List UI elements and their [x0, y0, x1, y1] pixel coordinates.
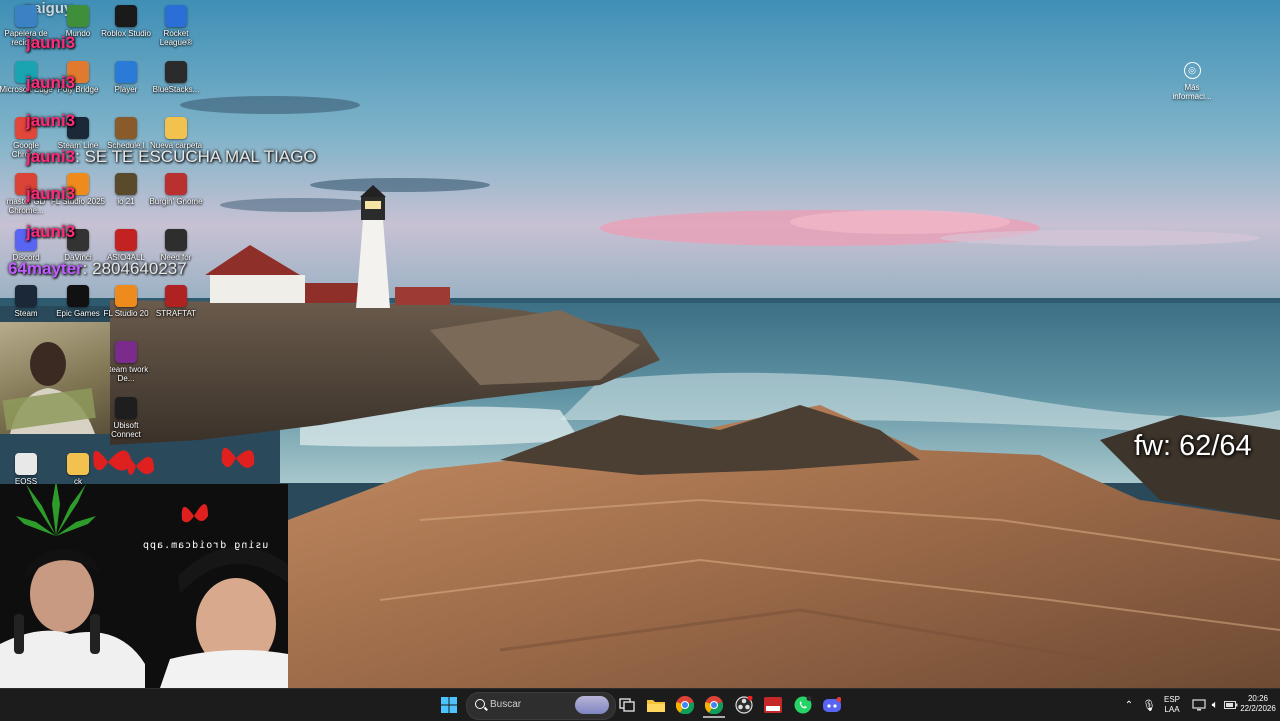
search-placeholder: Buscar [490, 699, 522, 710]
chat-message: 64mayter: 2804640237 [8, 259, 187, 279]
desktop-icon[interactable]: Need for [148, 229, 204, 262]
more-info-label: Más informaci... [1172, 83, 1212, 101]
desktop-icon-label: Steam [14, 309, 38, 318]
chevron-up-icon[interactable]: ⌃ [1118, 694, 1140, 716]
chrome-icon[interactable] [674, 694, 696, 716]
desktop-icon[interactable]: FL Studio 20 [98, 285, 154, 318]
game-icon [115, 117, 137, 139]
rocket-league-icon [165, 5, 187, 27]
chat-username: jauni3 [26, 73, 76, 92]
file-icon [15, 453, 37, 475]
chat-message: jauni3 [26, 222, 75, 242]
droidcam-watermark: using droidcam.app [142, 540, 269, 551]
chat-username: 64mayter [8, 259, 83, 278]
winrar-icon [115, 341, 137, 363]
chat-message: jauni3: SE TE ESCUCHA MAL TIAGO [26, 147, 317, 167]
taskbar-search[interactable]: Buscar [466, 692, 616, 720]
recycle-bin-icon [15, 5, 37, 27]
desktop-icon-label: io 21 [117, 197, 135, 206]
keyboard-layout: LAA [1164, 705, 1180, 714]
game-icon [115, 173, 137, 195]
game-icon [165, 173, 187, 195]
fl-studio-icon [115, 285, 137, 307]
tutorial-app-icon[interactable] [762, 694, 784, 716]
desktop-icon-label: Player [114, 85, 138, 94]
desktop-icon[interactable]: Steam [0, 285, 54, 318]
desktop-icon[interactable]: Schedule I [98, 117, 154, 150]
chat-message: jauni3 [26, 184, 75, 204]
microphone-icon[interactable]: 🎙︎ [1138, 694, 1160, 716]
chrome-profile-icon[interactable] [703, 694, 725, 718]
clock-time: 20:26 [1247, 694, 1269, 703]
game-icon [165, 229, 187, 251]
butterfly-stickers [93, 447, 255, 475]
desktop-icon[interactable]: BlueStacks... [148, 61, 204, 94]
fw-counter: fw: 62/64 [1134, 430, 1252, 462]
obs-icon[interactable] [733, 694, 755, 716]
game-icon [165, 285, 187, 307]
chat-text: SE TE ESCUCHA MAL TIAGO [84, 147, 317, 166]
desktop-icon[interactable]: EOSS [0, 453, 54, 486]
desktop-icon-label: Rocket League® [159, 29, 193, 47]
chat-text: 2804640237 [92, 259, 187, 278]
desktop-icon[interactable]: Burgin' Gnome [148, 173, 204, 206]
desktop-icon-label: STRAFTAT [155, 309, 197, 318]
language-code: ESP [1163, 695, 1180, 704]
folder-icon [165, 117, 187, 139]
chat-username: jauni3 [26, 111, 76, 130]
desktop-icon[interactable]: Nueva carpeta [148, 117, 204, 150]
more-info-widget[interactable]: ◎ Más informaci... [1168, 62, 1216, 101]
whatsapp-icon[interactable] [792, 694, 814, 716]
ubisoft-icon [115, 397, 137, 419]
asio-icon [115, 229, 137, 251]
roblox-player-icon [115, 61, 137, 83]
chat-username: jauni3 [26, 33, 76, 52]
camera-info-icon: ◎ [1183, 62, 1201, 79]
language-indicator[interactable]: ESP LAA [1160, 695, 1184, 715]
chat-username: jauni3 [26, 147, 76, 166]
desktop-icon-label: BlueStacks... [152, 85, 200, 94]
webcam-people-main [0, 484, 288, 688]
game-icon [67, 5, 89, 27]
clock[interactable]: 20:26 22/2/2026 [1240, 694, 1276, 714]
epic-games-icon [67, 285, 89, 307]
search-icon [475, 699, 485, 709]
task-view-icon[interactable] [616, 694, 638, 716]
desktop-icon[interactable]: Roblox Studio [98, 5, 154, 38]
desktop-icon-label: Roblox Studio [101, 29, 151, 38]
bluestacks-icon [165, 61, 187, 83]
chat-username: jauni3 [26, 222, 76, 241]
desktop-icon-label: Burgin' Gnome [149, 197, 203, 206]
file-explorer-icon[interactable] [645, 694, 667, 716]
desktop-icon-label: FL Studio 20 [103, 309, 149, 318]
webcam-person-small [2, 342, 96, 434]
clock-date: 22/2/2026 [1240, 704, 1276, 713]
discord-icon[interactable] [821, 694, 843, 716]
chat-username: jauni3 [26, 184, 76, 203]
desktop-icon[interactable]: io 21 [98, 173, 154, 206]
chat-separator: : [82, 259, 93, 278]
webcam-small [0, 322, 110, 434]
chat-separator: : [75, 147, 85, 166]
steam-icon [15, 285, 37, 307]
chat-message: jauni3 [26, 111, 75, 131]
chat-message: jauni3 [26, 73, 75, 93]
taskbar: Buscar ⌃ 🎙︎ ESP LAA 🔈︎ 20:26 22/2/2026 [0, 688, 1280, 721]
desktop-icon[interactable]: Rocket League® [148, 5, 204, 47]
desktop-icon[interactable]: ASIO4ALL [98, 229, 154, 262]
roblox-icon [115, 5, 137, 27]
folder-icon [67, 453, 89, 475]
search-highlight-image [575, 696, 609, 714]
chat-message: jauni3 [26, 33, 75, 53]
battery-icon[interactable] [1220, 694, 1242, 716]
desktop-icon[interactable]: Player [98, 61, 154, 94]
desktop-icon[interactable]: STRAFTAT [148, 285, 204, 318]
webcam-main [0, 484, 288, 688]
windows-start-icon[interactable] [438, 694, 460, 716]
